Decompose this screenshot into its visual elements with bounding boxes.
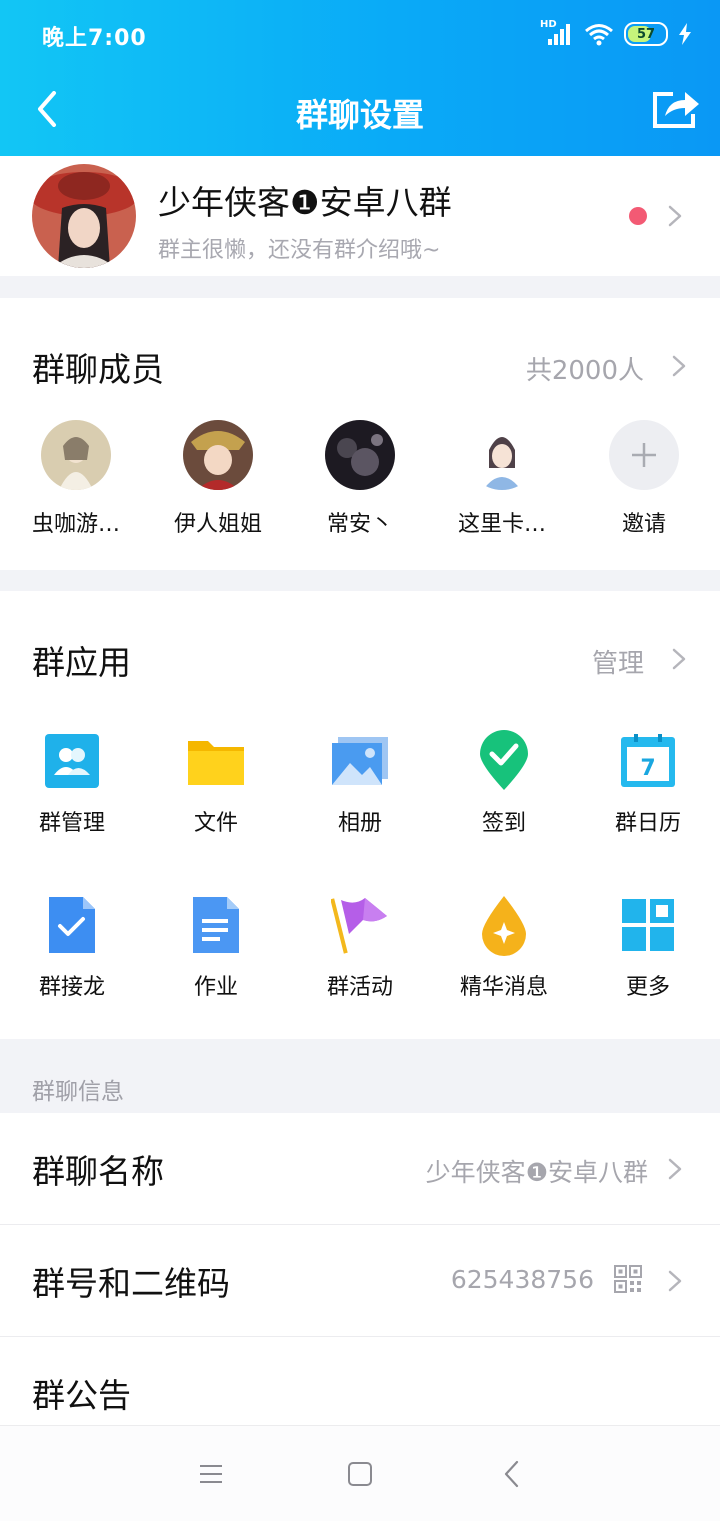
group-profile-card[interactable]: 少年侠客❶安卓八群 群主很懒，还没有群介绍哦~ — [0, 156, 720, 276]
group-name: 少年侠客❶安卓八群 — [158, 183, 452, 222]
unread-dot — [629, 207, 647, 225]
calendar-icon: 7 — [618, 731, 678, 791]
home-square-icon — [348, 1462, 372, 1486]
share-icon — [653, 92, 699, 128]
app-label: 签到 — [481, 811, 526, 836]
member-item[interactable]: 伊人姐姐 — [148, 420, 288, 538]
group-manage-icon — [42, 731, 102, 791]
app-essence[interactable]: 精华消息 — [432, 895, 576, 1001]
info-section-label: 群聊信息 — [32, 1079, 124, 1105]
app-label: 相册 — [337, 811, 382, 836]
member-item[interactable]: 这里卡… — [432, 420, 572, 538]
wifi-icon — [584, 22, 614, 46]
signal-icon: HD — [540, 19, 574, 47]
members-title: 群聊成员 — [32, 350, 164, 389]
row-value: 625438756 — [450, 1265, 594, 1294]
member-name: 常安丶 — [326, 512, 393, 537]
menu-icon — [200, 1465, 222, 1483]
member-name: 这里卡… — [457, 512, 546, 537]
checkin-icon — [474, 730, 534, 791]
battery-icon: 57 — [624, 22, 668, 46]
app-album[interactable]: 相册 — [288, 731, 432, 837]
members-card: 群聊成员 共2000人 虫咖游… 伊人姐姐 常安丶 这里卡… 邀请 — [0, 298, 720, 570]
group-info-list: 群聊名称 少年侠客❶安卓八群 群号和二维码 625438756 群公告 — [0, 1113, 720, 1425]
app-header: 晚上7:00 HD 57 群聊设置 — [0, 0, 720, 156]
battery-level: 57 — [636, 26, 656, 42]
member-avatar — [325, 420, 395, 490]
member-avatar — [41, 420, 111, 490]
back-triangle-icon — [504, 1460, 519, 1488]
relay-icon — [42, 895, 102, 955]
app-label: 群管理 — [38, 811, 105, 836]
chevron-right-icon — [668, 1270, 682, 1292]
app-files[interactable]: 文件 — [144, 731, 288, 837]
app-calendar[interactable]: 7 群日历 — [576, 731, 720, 837]
member-item[interactable]: 常安丶 — [290, 420, 430, 538]
app-label: 群日历 — [614, 811, 681, 836]
app-label: 精华消息 — [459, 975, 548, 1000]
app-more[interactable]: 更多 — [576, 895, 720, 1001]
nav-home-button[interactable] — [342, 1458, 378, 1490]
member-avatar — [183, 420, 253, 490]
row-label: 群聊名称 — [32, 1152, 164, 1191]
chevron-right-icon[interactable] — [668, 355, 690, 377]
chevron-right-icon — [668, 1158, 682, 1180]
chevron-right-icon — [668, 205, 682, 227]
nav-menu-button[interactable] — [193, 1458, 229, 1490]
app-activity[interactable]: 群活动 — [288, 895, 432, 1001]
member-count[interactable]: 共2000人 — [526, 350, 644, 387]
essence-icon — [474, 895, 534, 956]
group-avatar — [32, 164, 136, 268]
member-name: 伊人姐姐 — [173, 512, 262, 537]
system-nav-bar — [0, 1425, 720, 1521]
app-homework[interactable]: 作业 — [144, 895, 288, 1001]
folder-icon — [186, 731, 246, 791]
row-label: 群公告 — [32, 1376, 131, 1415]
invite-plus-icon — [609, 420, 679, 490]
homework-icon — [186, 895, 246, 955]
app-relay[interactable]: 群接龙 — [0, 895, 144, 1001]
status-bar: 晚上7:00 HD 57 — [0, 0, 720, 70]
more-grid-icon — [618, 895, 678, 955]
invite-label: 邀请 — [621, 512, 666, 537]
app-label: 更多 — [625, 975, 670, 1000]
member-name: 虫咖游… — [31, 512, 120, 537]
row-group-number[interactable]: 群号和二维码 625438756 — [0, 1225, 720, 1335]
nav-back-button[interactable] — [494, 1458, 530, 1490]
album-icon — [330, 731, 390, 791]
group-apps-card: 群应用 管理 群管理 文件 相册 签到 7 群日历 群接龙 作业 群活动 精华消… — [0, 591, 720, 1039]
chevron-right-icon[interactable] — [668, 648, 690, 670]
row-value: 少年侠客❶安卓八群 — [425, 1158, 648, 1187]
member-item[interactable]: 虫咖游… — [6, 420, 146, 538]
member-avatar — [467, 420, 537, 490]
group-description: 群主很懒，还没有群介绍哦~ — [158, 238, 441, 263]
title-bar: 群聊设置 — [0, 70, 720, 156]
invite-button[interactable]: 邀请 — [574, 420, 714, 538]
calendar-day: 7 — [640, 755, 656, 781]
flag-icon — [330, 895, 390, 955]
app-label: 群活动 — [326, 975, 393, 1000]
app-label: 文件 — [193, 811, 238, 836]
apps-manage-link[interactable]: 管理 — [592, 643, 644, 680]
app-group-manage[interactable]: 群管理 — [0, 731, 144, 837]
row-group-name[interactable]: 群聊名称 少年侠客❶安卓八群 — [0, 1113, 720, 1223]
apps-title: 群应用 — [32, 643, 131, 682]
app-label: 作业 — [193, 975, 238, 1000]
status-time: 晚上7:00 — [42, 26, 147, 51]
share-button[interactable] — [648, 84, 704, 134]
page-title: 群聊设置 — [295, 96, 424, 134]
qr-code-icon — [614, 1265, 642, 1293]
status-icons: HD 57 — [540, 18, 692, 50]
charging-icon — [678, 23, 692, 45]
row-label: 群号和二维码 — [32, 1264, 230, 1303]
app-checkin[interactable]: 签到 — [432, 730, 576, 837]
app-label: 群接龙 — [38, 975, 105, 1000]
